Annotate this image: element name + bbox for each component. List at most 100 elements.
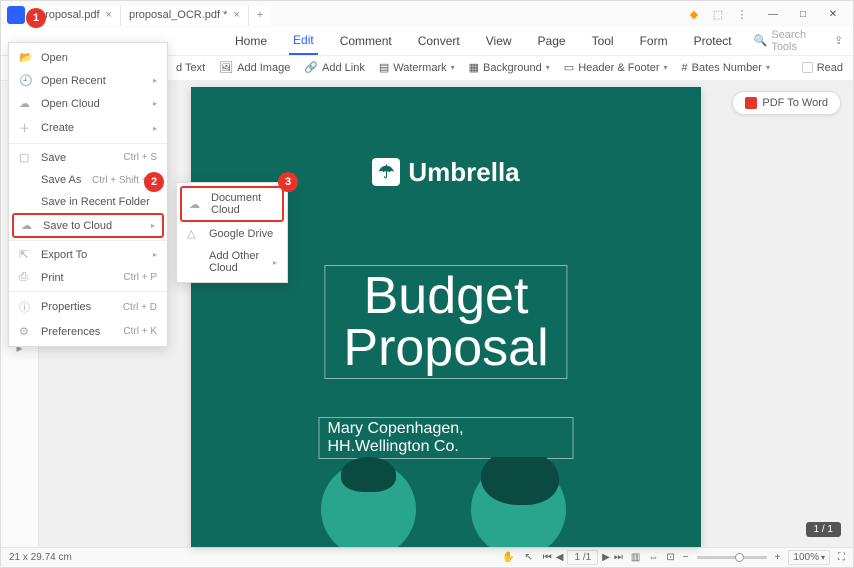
save-icon: ▢ [19,151,33,164]
chevron-right-icon: ▸ [153,250,157,259]
menu-protect[interactable]: Protect [690,28,736,54]
shortcut: Ctrl + K [123,326,157,337]
tab-proposal-ocr[interactable]: proposal_OCR.pdf * × [121,5,249,25]
folder-icon: 📂 [19,51,33,64]
link-icon: 🔗 [304,61,318,74]
add-link-button[interactable]: 🔗 Add Link [304,61,365,74]
chevron-down-icon: ▾ [451,63,455,72]
title-text-box[interactable]: Budget Proposal [324,265,567,379]
menu-save[interactable]: ▢SaveCtrl + S [9,146,167,169]
gdrive-icon: △ [187,227,201,240]
header-footer-button[interactable]: ▭ Header & Footer ▾ [564,61,668,74]
select-tool-icon[interactable]: ↖ [524,552,532,563]
minimize-button[interactable]: — [759,5,787,25]
zoom-slider[interactable] [697,556,767,559]
first-page-button[interactable]: ⏮ [543,552,552,563]
menu-form[interactable]: Form [636,28,672,54]
next-page-button[interactable]: ▶ [602,552,610,563]
pdf-to-word-label: PDF To Word [762,97,828,109]
background-button[interactable]: ▦ Background ▾ [469,61,550,74]
edit-text-button[interactable]: d Text [176,62,205,74]
submenu-document-cloud[interactable]: ☁Document Cloud [180,186,284,222]
share-icon[interactable]: ⇪ [834,32,843,50]
last-page-button[interactable]: ⏭ [614,552,623,563]
chevron-right-icon: ▸ [273,258,277,267]
zoom-value: 100% [793,552,819,563]
menu-preferences[interactable]: ⚙PreferencesCtrl + K [9,320,167,343]
fullscreen-icon[interactable]: ⛶ [838,552,845,563]
fit-page-icon[interactable]: ⊡ [666,552,674,563]
menu-save-to-cloud[interactable]: ☁Save to Cloud▸ [12,213,164,238]
hand-tool-icon[interactable]: ✋ [502,552,514,563]
read-mode-toggle[interactable]: Read [802,62,843,74]
illustration [191,457,701,547]
premium-icon[interactable]: ◆ [685,6,703,24]
cloud-upload-icon: ☁ [21,219,35,232]
menu-convert[interactable]: Convert [414,28,464,54]
menu-page[interactable]: Page [534,28,570,54]
more-icon[interactable]: ⋮ [733,6,751,24]
menu-open-recent[interactable]: 🕘Open Recent▸ [9,69,167,92]
title-line-1: Budget [343,270,548,322]
watermark-button[interactable]: ▤ Watermark ▾ [379,61,455,74]
add-image-button[interactable]: 🖼 Add Image [219,61,290,74]
menu-home[interactable]: Home [231,28,271,54]
menu-open[interactable]: 📂Open [9,46,167,69]
menu-print[interactable]: ⎙PrintCtrl + P [9,266,167,289]
zoom-level-field[interactable]: 100% ▾ [788,550,830,565]
edit-text-label: d Text [176,62,205,74]
submenu-google-drive[interactable]: △Google Drive [177,222,287,245]
menu-tool[interactable]: Tool [588,28,618,54]
add-tab-button[interactable]: + [249,5,271,25]
close-window-button[interactable]: ✕ [819,5,847,25]
brand-name: Umbrella [408,157,519,188]
title-line-2: Proposal [343,322,548,374]
header-footer-label: Header & Footer [578,62,659,74]
pdf-icon [745,97,757,109]
annotation-badge-3: 3 [278,172,298,192]
chevron-down-icon: ▾ [664,63,668,72]
menu-view[interactable]: View [482,28,516,54]
tab-label: proposal.pdf [39,9,100,21]
page-nav: ⏮ ◀ 1 /1 ▶ ⏭ [543,550,623,565]
cloud-icon: ☁ [19,97,33,110]
layout-icon[interactable]: ▥ [631,552,640,563]
menu-create[interactable]: ＋Create▸ [9,115,167,141]
image-icon: 🖼 [219,61,233,74]
cloud-icon: ☁ [189,198,203,211]
close-icon[interactable]: × [106,9,112,21]
bates-number-button[interactable]: # Bates Number ▾ [682,62,770,74]
prev-page-button[interactable]: ◀ [556,552,564,563]
save-to-cloud-submenu: ☁Document Cloud △Google Drive Add Other … [176,182,288,283]
search-icon: 🔍 [754,34,768,47]
menu-export-to[interactable]: ⇱Export To▸ [9,243,167,266]
gear-icon: ⚙ [19,325,33,338]
fit-width-icon[interactable]: ⇔ [648,552,658,563]
recent-icon: 🕘 [19,74,33,87]
menu-open-cloud[interactable]: ☁Open Cloud▸ [9,92,167,115]
submenu-add-other-cloud[interactable]: Add Other Cloud▸ [177,245,287,279]
menu-save-recent-folder[interactable]: Save in Recent Folder [9,191,167,213]
menu-comment[interactable]: Comment [336,28,396,54]
search-tools[interactable]: 🔍 Search Tools [754,29,807,53]
page-number-field[interactable]: 1 /1 [567,550,598,565]
app-logo [7,6,25,24]
close-icon[interactable]: × [233,9,239,21]
zoom-out-button[interactable]: − [683,552,689,563]
launch-icon[interactable]: ⬚ [709,6,727,24]
menu-edit[interactable]: Edit [289,27,318,55]
subtitle-text: Mary Copenhagen, HH.Wellington Co. [328,420,565,456]
create-icon: ＋ [19,120,33,136]
menu-properties[interactable]: ⓘPropertiesCtrl + D [9,294,167,320]
zoom-in-button[interactable]: + [775,552,781,563]
shortcut: Ctrl + S [123,152,157,163]
read-label: Read [817,62,843,74]
subtitle-text-box[interactable]: Mary Copenhagen, HH.Wellington Co. [319,417,574,459]
tab-label: proposal_OCR.pdf * [129,9,227,21]
pdf-to-word-button[interactable]: PDF To Word [732,91,841,115]
pdf-page: ☂ Umbrella Budget Proposal Mary Copenhag… [191,87,701,547]
maximize-button[interactable]: □ [789,5,817,25]
chevron-down-icon: ▾ [766,63,770,72]
annotation-badge-2: 2 [144,172,164,192]
bates-icon: # [682,62,688,74]
